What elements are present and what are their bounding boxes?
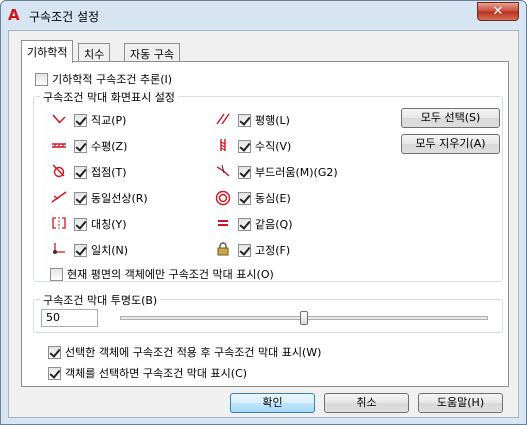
vertical-icon [214, 138, 232, 154]
perpendicular-checkbox[interactable] [74, 113, 87, 127]
ok-button[interactable]: 확인 [230, 393, 315, 413]
horizontal-checkbox[interactable] [74, 139, 87, 153]
show-on-select-label: 객체를 선택하면 구속조건 막대 표시(C) [65, 367, 248, 380]
parallel-label: 평행(L) [255, 114, 290, 127]
tab-dimensional[interactable]: 치수 [78, 43, 111, 62]
option-concentric[interactable]: 동심(E) [214, 190, 291, 206]
fix-label: 고정(F) [255, 244, 291, 257]
infer-constraints-checkbox[interactable] [35, 72, 48, 86]
option-collinear[interactable]: 동일선상(R) [50, 190, 148, 206]
vertical-checkbox[interactable] [238, 139, 251, 153]
lock-icon [214, 242, 232, 258]
smooth-icon [214, 164, 232, 180]
collinear-checkbox[interactable] [74, 191, 87, 205]
smooth-checkbox[interactable] [238, 165, 251, 179]
perpendicular-label: 직교(P) [91, 114, 127, 127]
close-button[interactable]: ✕ [477, 2, 519, 21]
show-on-select-checkbox[interactable] [48, 366, 61, 380]
option-perpendicular[interactable]: 직교(P) [50, 112, 126, 128]
dialog-client-area: 기하학적 치수 자동 구속 기하학적 구속조건 추론(I) 구속조건 막대 화면… [8, 30, 519, 418]
symmetric-checkbox[interactable] [74, 217, 87, 231]
collinear-label: 동일선상(R) [91, 192, 148, 205]
option-symmetric[interactable]: 대칭(Y) [50, 216, 127, 232]
tab-autoconstrain[interactable]: 자동 구속 [124, 43, 180, 62]
option-vertical[interactable]: 수직(V) [214, 138, 291, 154]
current-plane-only-option[interactable]: 현재 평면의 객체에만 구속조건 막대 표시(O) [50, 266, 274, 282]
show-after-apply-label: 선택한 객체에 구속조건 적용 후 구속조건 막대 표시(W) [65, 346, 322, 359]
tangent-label: 접점(T) [91, 166, 127, 179]
horizontal-icon [50, 138, 68, 154]
parallel-checkbox[interactable] [238, 113, 251, 127]
vertical-label: 수직(V) [255, 140, 292, 153]
infer-constraints-label: 기하학적 구속조건 추론(I) [52, 73, 173, 86]
cancel-button[interactable]: 취소 [324, 393, 409, 413]
collinear-icon [50, 190, 68, 206]
perpendicular-icon [50, 112, 68, 128]
help-button[interactable]: 도움말(H) [418, 393, 503, 413]
parallel-icon [214, 112, 232, 128]
current-plane-only-label: 현재 평면의 객체에만 구속조건 막대 표시(O) [67, 268, 274, 281]
infer-constraints-option[interactable]: 기하학적 구속조건 추론(I) [35, 71, 172, 87]
show-after-apply-checkbox[interactable] [48, 345, 61, 359]
option-tangent[interactable]: 접점(T) [50, 164, 127, 180]
autocad-app-icon: A [8, 6, 20, 24]
current-plane-only-checkbox[interactable] [50, 267, 63, 281]
transparency-title: 구속조건 막대 투명도(B) [40, 292, 161, 308]
equal-icon [214, 216, 232, 232]
equal-label: 같음(Q) [255, 218, 293, 231]
coincident-label: 일치(N) [91, 244, 129, 257]
concentric-icon [214, 190, 232, 206]
symmetric-label: 대칭(Y) [91, 218, 127, 231]
title-bar[interactable]: A 구속조건 설정 ✕ [1, 1, 526, 30]
tab-geometric[interactable]: 기하학적 [21, 40, 74, 63]
coincident-icon [50, 242, 68, 258]
symmetric-icon [50, 216, 68, 232]
option-parallel[interactable]: 평행(L) [214, 112, 290, 128]
horizontal-label: 수평(Z) [91, 140, 128, 153]
option-coincident[interactable]: 일치(N) [50, 242, 128, 258]
transparency-slider-thumb[interactable] [300, 311, 308, 325]
smooth-label: 부드러움(M)(G2) [255, 166, 338, 179]
geometric-tab-panel: 기하학적 구속조건 추론(I) 구속조건 막대 화면표시 설정 직교(P) 수평… [21, 61, 509, 387]
window-title: 구속조건 설정 [29, 10, 100, 24]
constraint-settings-dialog: A 구속조건 설정 ✕ 기하학적 치수 자동 구속 기하학적 구속조건 추론(I… [0, 0, 527, 425]
option-smooth[interactable]: 부드러움(M)(G2) [214, 164, 338, 180]
transparency-input[interactable]: 50 [41, 309, 98, 327]
show-after-apply-option[interactable]: 선택한 객체에 구속조건 적용 후 구속조건 막대 표시(W) [48, 344, 321, 360]
coincident-checkbox[interactable] [74, 243, 87, 257]
option-fix[interactable]: 고정(F) [214, 242, 290, 258]
tangent-checkbox[interactable] [74, 165, 87, 179]
constraint-bar-display-title: 구속조건 막대 화면표시 설정 [40, 89, 178, 105]
option-horizontal[interactable]: 수평(Z) [50, 138, 127, 154]
transparency-group: 구속조건 막대 투명도(B) 50 [33, 292, 503, 333]
concentric-checkbox[interactable] [238, 191, 251, 205]
equal-checkbox[interactable] [238, 217, 251, 231]
option-equal[interactable]: 같음(Q) [214, 216, 292, 232]
select-all-button[interactable]: 모두 선택(S) [401, 108, 500, 128]
fix-checkbox[interactable] [238, 243, 251, 257]
clear-all-button[interactable]: 모두 지우기(A) [401, 134, 500, 154]
concentric-label: 동심(E) [255, 192, 291, 205]
tangent-icon [50, 164, 68, 180]
show-on-select-option[interactable]: 객체를 선택하면 구속조건 막대 표시(C) [48, 365, 247, 381]
constraint-bar-display-group: 구속조건 막대 화면표시 설정 직교(P) 수평(Z) 접점(T) 동일선상(R… [33, 89, 503, 282]
